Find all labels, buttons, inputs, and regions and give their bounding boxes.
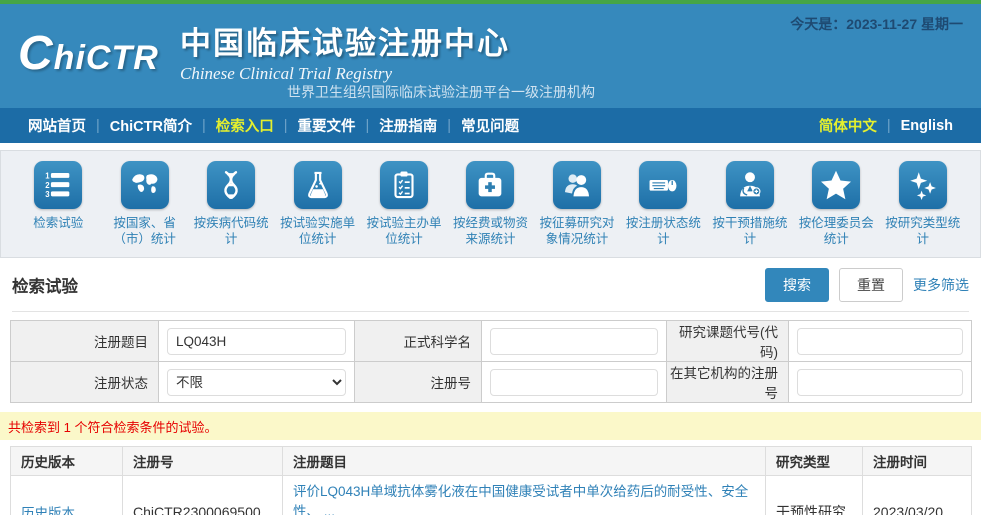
nav-faq[interactable]: 常见问题: [451, 115, 529, 136]
registration-number: ChiCTR2300069500: [123, 476, 283, 515]
section-title: 检索试验: [12, 273, 78, 297]
scientific-name-label: 正式科学名: [355, 321, 482, 362]
logo-text: hiCTR: [54, 39, 159, 77]
svg-text:1: 1: [45, 172, 50, 181]
svg-text:3: 3: [45, 190, 50, 199]
history-version-link[interactable]: 历史版本: [21, 506, 75, 515]
people-icon: [553, 161, 601, 209]
lang-chinese[interactable]: 简体中文: [809, 115, 887, 136]
results-table: 历史版本 注册号 注册题目 研究类型 注册时间 历史版本 ChiCTR23000…: [10, 446, 972, 515]
clipboard-icon: [380, 161, 428, 209]
icon-label: 按试验实施单位统计: [274, 215, 360, 247]
registration-date: 2023/03/20: [863, 476, 972, 515]
results-header-row: 历史版本 注册号 注册题目 研究类型 注册时间: [11, 447, 972, 476]
today-date: 今天是：2023-11-27 星期一: [790, 14, 963, 34]
col-reg-no: 注册号: [123, 447, 283, 476]
trial-title-link[interactable]: 评价LQ043H单域抗体雾化液在中国健康受试者中单次给药后的耐受性、安全性、 .…: [293, 484, 748, 515]
icon-item-by-sponsor-unit[interactable]: 按试验主办单位统计: [361, 161, 447, 247]
icon-item-search-trials[interactable]: 1 2 3 检索试验: [15, 161, 101, 231]
site-titles: 中国临床试验注册中心 Chinese Clinical Trial Regist…: [180, 18, 510, 84]
doctor-icon: [726, 161, 774, 209]
flask-icon: [294, 161, 342, 209]
sparkles-icon: [899, 161, 947, 209]
reg-title-label: 注册题目: [11, 321, 159, 362]
icon-label: 按伦理委员会统计: [793, 215, 879, 247]
col-study-type: 研究类型: [766, 447, 863, 476]
icon-label: 按经费或物资来源统计: [447, 215, 533, 247]
nav-language-switch: 简体中文 | English: [809, 115, 963, 136]
icon-label: 按研究类型统计: [880, 215, 966, 247]
world-map-icon: [121, 161, 169, 209]
nav-about[interactable]: ChiCTR简介: [100, 115, 202, 136]
result-count-banner: 共检索到 1 个符合检索条件的试验。: [0, 412, 981, 440]
nav-guide[interactable]: 注册指南: [369, 115, 447, 136]
form-row: 注册题目 正式科学名 研究课题代号(代码): [11, 321, 972, 362]
search-button[interactable]: 搜索: [765, 268, 829, 302]
icon-item-by-recruitment-status[interactable]: 按征募研究对象情况统计: [534, 161, 620, 247]
other-org-number-label: 在其它机构的注册号: [667, 362, 789, 403]
icon-item-by-study-type[interactable]: 按研究类型统计: [880, 161, 966, 247]
star-icon: [812, 161, 860, 209]
table-row: 历史版本 ChiCTR2300069500 评价LQ043H单域抗体雾化液在中国…: [11, 476, 972, 515]
search-section-header: 检索试验 搜索 重置 更多筛选: [0, 258, 981, 312]
keyboard-mouse-icon: [639, 161, 687, 209]
search-form-table: 注册题目 正式科学名 研究课题代号(代码) 注册状态 不限 注册号 在其它机构的…: [10, 320, 972, 403]
icon-label: 按试验主办单位统计: [361, 215, 447, 247]
icon-label: 按疾病代码统计: [188, 215, 274, 247]
page: ChiCTR 中国临床试验注册中心 Chinese Clinical Trial…: [0, 0, 981, 515]
icon-item-by-country[interactable]: 按国家、省（市）统计: [101, 161, 187, 247]
icon-label: 按注册状态统计: [620, 215, 706, 247]
more-filters-link[interactable]: 更多筛选: [913, 275, 969, 295]
lang-english[interactable]: English: [891, 118, 963, 134]
project-code-input[interactable]: [797, 328, 963, 355]
icon-item-by-funding-source[interactable]: 按经费或物资来源统计: [447, 161, 533, 247]
icon-label: 按国家、省（市）统计: [101, 215, 187, 247]
numbered-list-icon: 1 2 3: [34, 161, 82, 209]
main-nav: 网站首页 | ChiCTR简介 | 检索入口 | 重要文件 | 注册指南 | 常…: [0, 108, 981, 143]
medical-bag-icon: [466, 161, 514, 209]
study-type-value: 干预性研究: [766, 476, 863, 515]
icon-item-by-registration-status[interactable]: 按注册状态统计: [620, 161, 706, 247]
other-org-number-input[interactable]: [797, 369, 963, 396]
icon-label: 按征募研究对象情况统计: [534, 215, 620, 247]
svg-text:2: 2: [45, 181, 50, 190]
reg-number-input[interactable]: [490, 369, 658, 396]
statistics-icon-band: 1 2 3 检索试验 按国家、省（市）统计: [0, 150, 981, 258]
site-title-en: Chinese Clinical Trial Registry: [180, 64, 510, 84]
icon-item-by-intervention[interactable]: 按干预措施统计: [707, 161, 793, 247]
result-count-text: 共检索到 1 个符合检索条件的试验。: [8, 417, 217, 436]
icon-label: 按干预措施统计: [707, 215, 793, 247]
chictr-logo[interactable]: ChiCTR: [18, 26, 159, 81]
scientific-name-input[interactable]: [490, 328, 658, 355]
search-actions: 搜索 重置 更多筛选: [765, 268, 969, 302]
nav-search-entry[interactable]: 检索入口: [206, 115, 284, 136]
reg-status-label: 注册状态: [11, 362, 159, 403]
col-reg-date: 注册时间: [863, 447, 972, 476]
section-divider: [12, 311, 969, 312]
site-title-zh: 中国临床试验注册中心: [180, 18, 510, 63]
icon-item-by-implementing-unit[interactable]: 按试验实施单位统计: [274, 161, 360, 247]
icon-label: 检索试验: [33, 215, 83, 231]
icon-item-by-ethics-committee[interactable]: 按伦理委员会统计: [793, 161, 879, 247]
reg-title-input[interactable]: [167, 328, 346, 355]
col-title: 注册题目: [283, 447, 766, 476]
col-history: 历史版本: [11, 447, 123, 476]
project-code-label: 研究课题代号(代码): [667, 321, 789, 362]
nav-documents[interactable]: 重要文件: [288, 115, 366, 136]
icon-item-by-disease-code[interactable]: 按疾病代码统计: [188, 161, 274, 247]
site-header: ChiCTR 中国临床试验注册中心 Chinese Clinical Trial…: [0, 4, 981, 108]
site-subtitle: 世界卫生组织国际临床试验注册平台一级注册机构: [287, 82, 595, 102]
nav-home[interactable]: 网站首页: [18, 115, 96, 136]
reg-status-select[interactable]: 不限: [167, 369, 346, 396]
dna-icon: [207, 161, 255, 209]
form-row: 注册状态 不限 注册号 在其它机构的注册号: [11, 362, 972, 403]
reset-button[interactable]: 重置: [839, 268, 903, 302]
reg-number-label: 注册号: [355, 362, 482, 403]
logo-initial: C: [18, 27, 54, 80]
